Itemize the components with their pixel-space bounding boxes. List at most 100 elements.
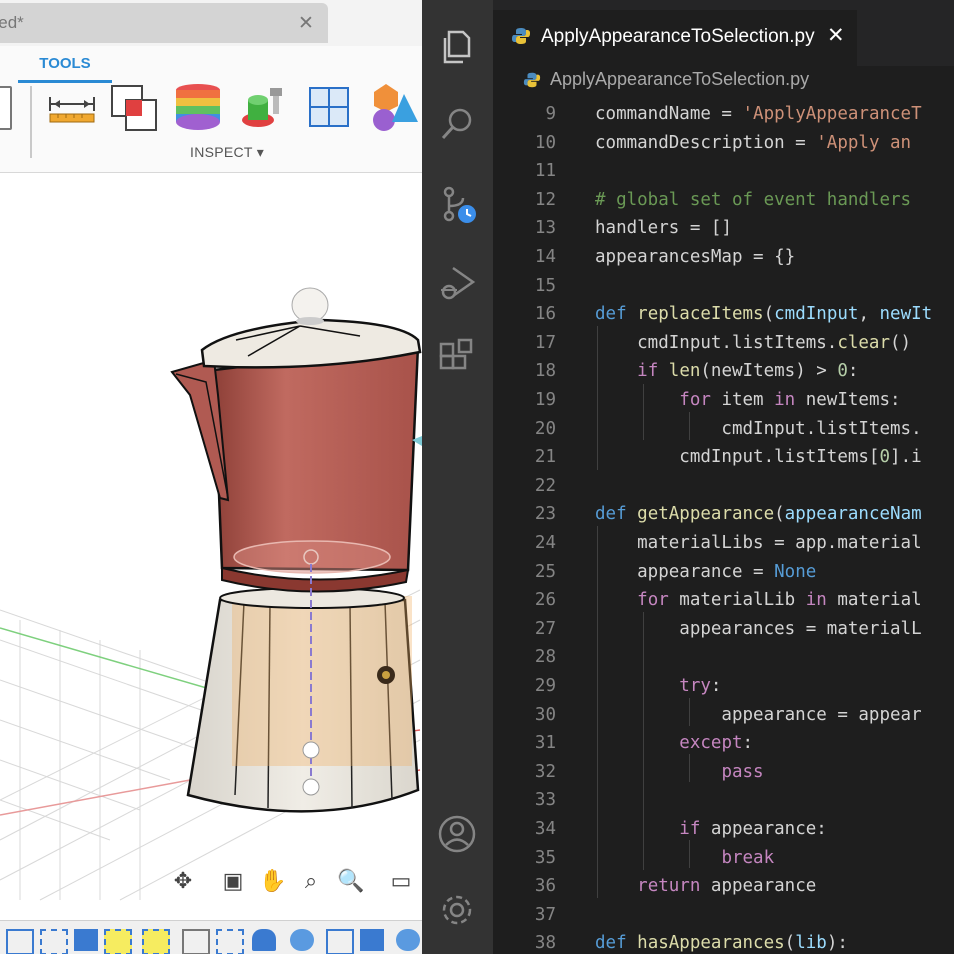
tab-tools[interactable]: TOOLS	[18, 50, 112, 83]
line-number: 19	[534, 390, 556, 410]
code-text: commandName = 'ApplyAppearanceT	[595, 104, 922, 124]
line-number: 32	[534, 761, 556, 782]
python-icon	[512, 28, 530, 44]
code-text: def hasAppearances(lib):	[595, 933, 848, 954]
code-line[interactable]: 24 materialLibs = app.material	[493, 529, 954, 557]
code-line[interactable]: 31 except:	[493, 729, 954, 757]
line-number: 9	[545, 104, 556, 124]
vscode-window: ApplyAppearanceToSelection.py ✕ ApplyApp…	[422, 0, 954, 954]
code-line[interactable]: 21 cmdInput.listItems[0].i	[493, 443, 954, 471]
timeline-extrude-icon[interactable]	[360, 929, 384, 951]
line-number: 26	[534, 590, 556, 611]
editor-tab-bar: ApplyAppearanceToSelection.py ✕	[493, 0, 954, 66]
partial-tool-icon[interactable]	[0, 86, 12, 130]
look-at-icon[interactable]: ▣	[218, 866, 248, 896]
code-editor[interactable]: 9 commandName = 'ApplyAppearanceT 10 comman…	[493, 96, 954, 954]
code-line[interactable]: 11	[493, 157, 954, 185]
activity-bar	[422, 0, 493, 954]
code-text: except:	[679, 733, 754, 754]
manage-gear-icon[interactable]	[437, 890, 477, 930]
line-number: 10	[534, 132, 556, 153]
close-icon[interactable]: ✕	[827, 23, 845, 48]
timeline-sketch-icon[interactable]	[216, 929, 244, 954]
code-line[interactable]: 28	[493, 643, 954, 671]
code-line[interactable]: 20 cmdInput.listItems.	[493, 415, 954, 443]
timeline-bar	[0, 920, 422, 954]
tab-applyappearance[interactable]: ApplyAppearanceToSelection.py ✕	[493, 10, 857, 66]
timeline-fillet-icon[interactable]	[290, 929, 314, 951]
line-number: 29	[534, 676, 556, 696]
timeline-selected-icon[interactable]	[142, 929, 170, 954]
line-number: 11	[534, 161, 556, 182]
zoom-icon[interactable]: ⌕	[296, 866, 326, 896]
fit-icon[interactable]: 🔍	[336, 866, 366, 896]
display-component-colors-icon[interactable]	[368, 82, 420, 138]
line-number: 33	[534, 790, 556, 811]
code-text: break	[721, 847, 775, 868]
code-text: for item in newItems:	[679, 390, 901, 410]
close-icon[interactable]: ✕	[298, 12, 314, 35]
ribbon-divider	[30, 86, 32, 158]
code-line[interactable]: 32 pass	[493, 758, 954, 786]
timeline-body-icon[interactable]	[326, 929, 354, 954]
section-analysis-icon[interactable]	[304, 82, 356, 138]
code-line[interactable]: 29 try:	[493, 672, 954, 700]
code-line[interactable]: 25 appearance = None	[493, 558, 954, 586]
code-line[interactable]: 38 def hasAppearances(lib):	[493, 929, 954, 954]
inspect-menu[interactable]: INSPECT ▾	[190, 144, 264, 161]
measure-icon[interactable]	[46, 82, 98, 138]
extensions-icon[interactable]	[437, 338, 477, 378]
code-line[interactable]: 27 appearances = materialL	[493, 615, 954, 643]
orbit-icon[interactable]: ✥	[168, 866, 198, 896]
code-line[interactable]: 33	[493, 786, 954, 814]
component-color-icon[interactable]	[238, 82, 290, 138]
timeline-selected-icon[interactable]	[104, 929, 132, 954]
timeline-revolve-icon[interactable]	[252, 929, 276, 951]
code-text: appearances = materialL	[595, 618, 922, 639]
code-line[interactable]: 36 return appearance	[493, 872, 954, 900]
timeline-sketch-icon[interactable]	[40, 929, 68, 954]
code-line[interactable]: 12 # global set of event handlers	[493, 186, 954, 214]
code-line[interactable]: 13 handlers = []	[493, 214, 954, 242]
line-number: 14	[534, 247, 556, 267]
zebra-analysis-icon[interactable]	[172, 82, 224, 138]
code-line[interactable]: 16 def replaceItems(cmdInput, newIt	[493, 300, 954, 328]
code-line[interactable]: 17 cmdInput.listItems.clear()	[493, 329, 954, 357]
code-line[interactable]: 35 break	[493, 844, 954, 872]
breadcrumb-file[interactable]: ApplyAppearanceToSelection.py	[550, 69, 809, 90]
accounts-icon[interactable]	[437, 814, 477, 854]
code-text: commandDescription = 'Apply an	[595, 132, 922, 153]
code-text: handlers = []	[595, 218, 732, 239]
timeline-body-icon[interactable]	[182, 929, 210, 954]
timeline-sketch-icon[interactable]	[6, 929, 34, 954]
code-line[interactable]: 9 commandName = 'ApplyAppearanceT	[493, 100, 954, 128]
code-line[interactable]: 26 for materialLib in material	[493, 586, 954, 614]
code-line[interactable]: 34 if appearance:	[493, 815, 954, 843]
code-line[interactable]: 23 def getAppearance(appearanceNam	[493, 500, 954, 528]
interference-icon[interactable]	[108, 82, 160, 138]
code-line[interactable]: 18 if len(newItems) > 0:	[493, 357, 954, 385]
timeline-extrude-icon[interactable]	[74, 929, 98, 951]
pan-icon[interactable]: ✋	[258, 866, 288, 896]
line-number: 20	[534, 418, 556, 439]
display-settings-icon[interactable]: ▭	[386, 866, 416, 896]
document-tab[interactable]: itled* ✕	[0, 3, 328, 43]
code-line[interactable]: 37	[493, 901, 954, 929]
search-icon[interactable]	[437, 104, 477, 144]
line-number: 31	[534, 733, 556, 754]
code-line[interactable]: 22	[493, 472, 954, 500]
code-line[interactable]: 30 appearance = appear	[493, 701, 954, 729]
code-text: return appearance	[637, 876, 817, 897]
source-control-icon[interactable]	[437, 184, 477, 224]
3d-viewport[interactable]	[0, 173, 422, 954]
line-number: 15	[534, 275, 556, 296]
code-line[interactable]: 19 for item in newItems:	[493, 386, 954, 414]
timeline-fillet-icon[interactable]	[396, 929, 420, 951]
code-line[interactable]: 10 commandDescription = 'Apply an	[493, 129, 954, 157]
code-line[interactable]: 14 appearancesMap = {}	[493, 243, 954, 271]
run-debug-icon[interactable]	[437, 262, 477, 302]
explorer-icon[interactable]	[437, 26, 477, 66]
line-number: 37	[534, 904, 556, 925]
document-tab-strip: itled* ✕	[0, 0, 422, 46]
code-line[interactable]: 15	[493, 272, 954, 300]
